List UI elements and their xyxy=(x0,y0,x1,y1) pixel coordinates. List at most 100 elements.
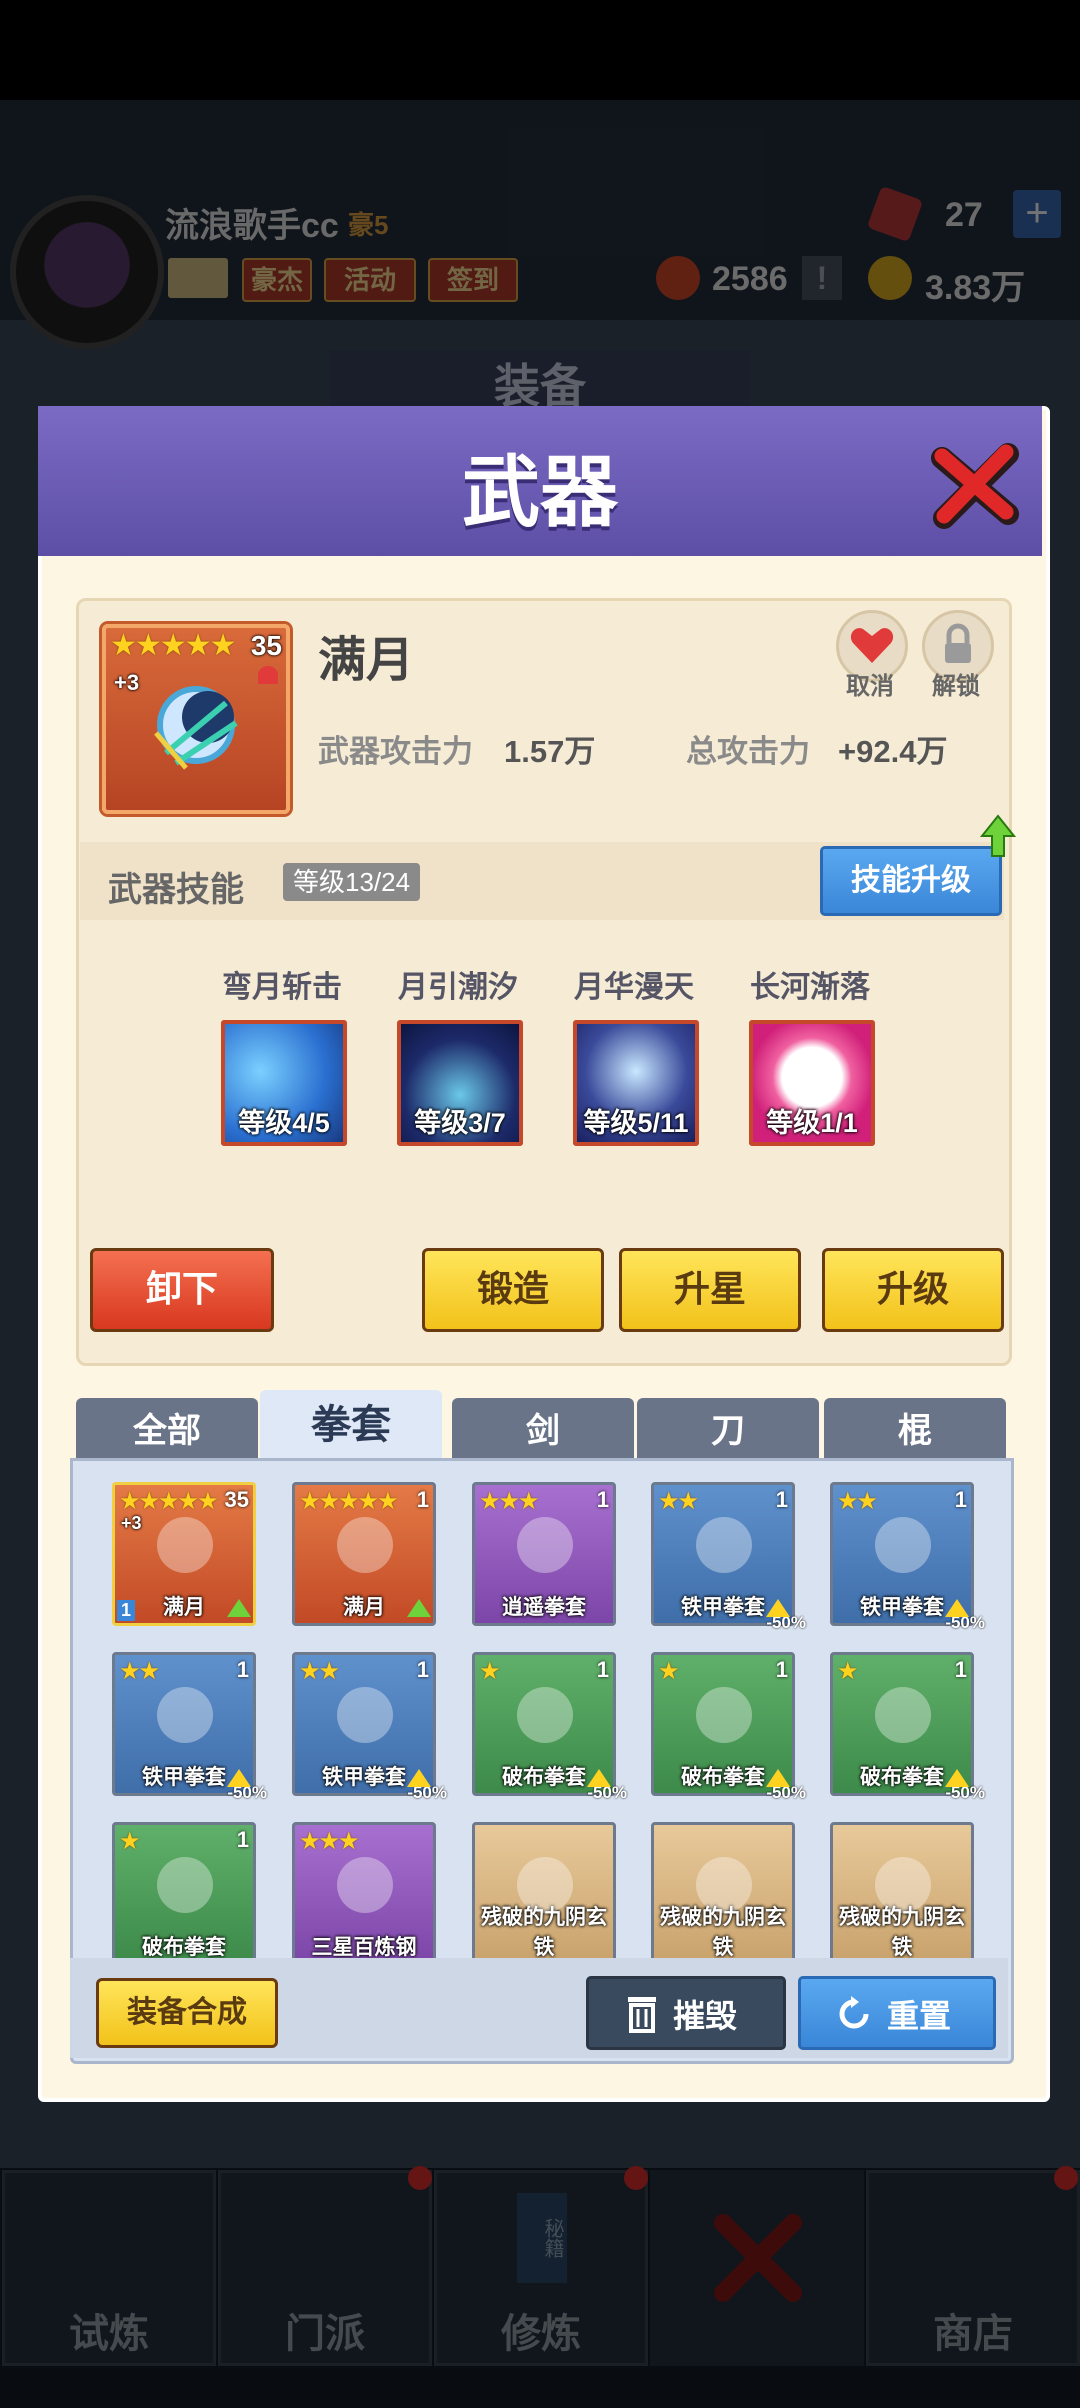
item-count: 1 xyxy=(596,1657,609,1682)
inventory-item[interactable]: ★★ 1 铁甲拳套 -50% xyxy=(830,1482,985,1632)
item-count: 1 xyxy=(416,1657,429,1682)
item-icon xyxy=(875,1687,931,1743)
weapon-level: 35 xyxy=(250,630,282,661)
inventory-item[interactable]: ★★★ 1 逍遥拳套 xyxy=(472,1482,616,1626)
item-stars: ★ xyxy=(479,1658,500,1685)
inventory-item[interactable]: 残破的九阴玄铁 xyxy=(472,1822,616,1966)
star-up-button[interactable]: 升星 xyxy=(619,1248,801,1332)
inventory-item[interactable]: ★★★★★ 35 满月 +3 1 xyxy=(112,1482,256,1626)
cancel-label: 取消 xyxy=(846,673,894,700)
skill-level-badge: 等级13/24 xyxy=(283,863,421,901)
item-icon xyxy=(517,1687,573,1743)
tab-blade[interactable]: 刀 xyxy=(637,1398,819,1458)
item-stars: ★★ xyxy=(119,1658,160,1685)
inventory-item[interactable]: ★ 1 破布拳套 -50% xyxy=(472,1652,627,1802)
weapon-name: 满月 xyxy=(318,634,415,687)
arrow-up-icon xyxy=(945,1769,969,1787)
skill-level: 等级1/1 xyxy=(766,1108,858,1138)
skill-name: 弯月斩击 xyxy=(222,971,342,1004)
alert-button[interactable]: ! xyxy=(802,256,842,300)
skill-icon[interactable]: 等级1/1 xyxy=(749,1020,875,1146)
item-slot: 1 xyxy=(117,1600,136,1621)
inventory-item[interactable]: 残破的九阴玄铁 xyxy=(830,1822,974,1966)
gold-count: 3.83万 xyxy=(925,269,1026,307)
item-icon xyxy=(157,1857,213,1913)
inventory-item[interactable]: ★ 1 破布拳套 -50% xyxy=(830,1652,985,1802)
tab-all[interactable]: 全部 xyxy=(76,1398,258,1458)
inventory-item[interactable]: ★★★★★ 1 满月 xyxy=(292,1482,436,1626)
nav-shop[interactable]: 商店 xyxy=(866,2170,1080,2366)
inventory-item[interactable]: ★ 1 破布拳套 -50% xyxy=(651,1652,806,1802)
tab-staff[interactable]: 棍 xyxy=(824,1398,1006,1458)
tab-sword[interactable]: 剑 xyxy=(452,1398,634,1458)
skill-name: 长河渐落 xyxy=(750,971,870,1004)
arrow-up-icon xyxy=(407,1599,431,1617)
skill-icon[interactable]: 等级5/11 xyxy=(573,1020,699,1146)
item-plus: +3 xyxy=(121,1513,142,1533)
inventory-item[interactable]: 残破的九阴玄铁 xyxy=(651,1822,795,1966)
weapon-icon: ★★★★★ 35 +3 xyxy=(102,624,290,814)
mail-icon[interactable] xyxy=(168,258,228,298)
item-count: 1 xyxy=(775,1657,788,1682)
notification-dot xyxy=(408,2166,432,2190)
item-count: 1 xyxy=(775,1487,788,1512)
item-stars: ★★★★★ xyxy=(119,1488,219,1515)
weapon-plus: +3 xyxy=(114,670,140,695)
item-icon xyxy=(696,1687,752,1743)
unequip-button[interactable]: 卸下 xyxy=(90,1248,274,1332)
gold-icon xyxy=(868,256,912,300)
nav-trial[interactable]: 试炼 xyxy=(2,2170,216,2366)
nav-book-icon: 秘籍 xyxy=(517,2193,567,2283)
item-name: 三星百炼钢 xyxy=(311,1936,417,1959)
inventory-item[interactable]: ★★★ 三星百炼钢 xyxy=(292,1822,436,1966)
item-count: 1 xyxy=(416,1487,429,1512)
inventory-item[interactable]: ★ 1 破布拳套 xyxy=(112,1822,256,1966)
arrow-up-icon xyxy=(766,1769,790,1787)
item-stars: ★★ xyxy=(658,1488,699,1515)
item-icon xyxy=(337,1687,393,1743)
close-icon xyxy=(714,2214,802,2302)
tag-checkin[interactable]: 签到 xyxy=(428,258,518,302)
nav-label: 门派 xyxy=(285,2312,365,2356)
skill-title: 武器技能 xyxy=(108,871,244,909)
skill-icon[interactable]: 等级3/7 xyxy=(397,1020,523,1146)
notification-dot xyxy=(1054,2166,1078,2190)
nav-sect[interactable]: 门派 xyxy=(218,2170,432,2366)
item-stars: ★★★ xyxy=(299,1828,360,1855)
tag-event[interactable]: 活动 xyxy=(324,258,416,302)
heart-icon xyxy=(258,666,278,684)
upgrade-button[interactable]: 升级 xyxy=(822,1248,1004,1332)
inventory-item[interactable]: ★★ 1 铁甲拳套 -50% xyxy=(292,1652,447,1802)
arrow-up-icon xyxy=(766,1599,790,1617)
synthesize-button[interactable]: 装备合成 xyxy=(96,1978,278,2048)
skill-name: 月引潮汐 xyxy=(398,971,518,1004)
notification-dot xyxy=(624,2166,648,2190)
item-stars: ★★★★★ xyxy=(299,1488,399,1515)
player-rank: 豪5 xyxy=(348,210,389,240)
skill-upgrade-button[interactable]: 技能升级 xyxy=(820,846,1002,916)
close-icon[interactable] xyxy=(930,440,1020,530)
nav-label: 修炼 xyxy=(501,2312,581,2356)
item-stars: ★★★ xyxy=(479,1488,540,1515)
arrow-up-icon xyxy=(945,1599,969,1617)
destroy-button[interactable]: 摧毁 xyxy=(586,1976,786,2050)
inventory-item[interactable]: ★★ 1 铁甲拳套 -50% xyxy=(651,1482,806,1632)
item-stars: ★ xyxy=(837,1658,858,1685)
reset-button[interactable]: 重置 xyxy=(798,1976,996,2050)
arrow-up-icon xyxy=(587,1769,611,1787)
item-count: 1 xyxy=(954,1657,967,1682)
inventory-item[interactable]: ★★ 1 铁甲拳套 -50% xyxy=(112,1652,267,1802)
add-gems-button[interactable]: + xyxy=(1013,190,1061,238)
attack-label: 武器攻击力 xyxy=(318,734,473,769)
dialog-title: 武器 xyxy=(461,448,618,536)
attack-value: 1.57万 xyxy=(504,734,596,769)
status-bar xyxy=(0,0,1080,100)
nav-cultivate[interactable]: 秘籍 修炼 xyxy=(434,2170,648,2366)
avatar[interactable] xyxy=(10,195,164,349)
tag-hero[interactable]: 豪杰 xyxy=(242,258,312,302)
forge-button[interactable]: 锻造 xyxy=(422,1248,604,1332)
tab-gauntlets[interactable]: 拳套 xyxy=(260,1390,442,1460)
skill-level: 等级4/5 xyxy=(238,1108,330,1138)
nav-close[interactable] xyxy=(650,2170,864,2366)
skill-icon[interactable]: 等级4/5 xyxy=(221,1020,347,1146)
